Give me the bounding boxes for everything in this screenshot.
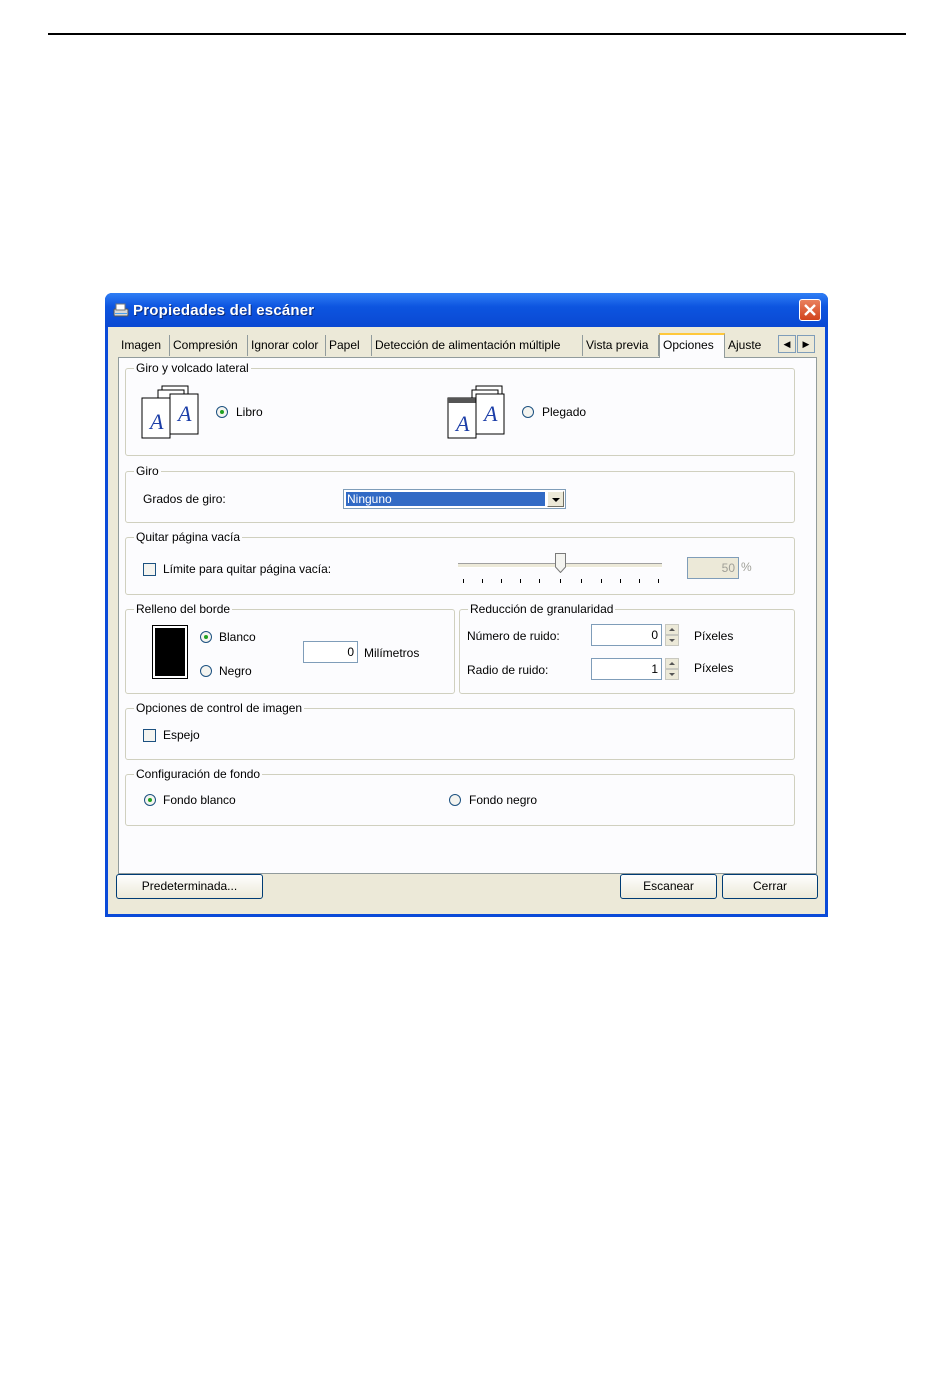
edge-fill-unit: Milímetros bbox=[364, 646, 420, 660]
group-label: Relleno del borde bbox=[134, 602, 233, 616]
fold-layout-icon: A A bbox=[447, 385, 505, 439]
group-label: Giro y volcado lateral bbox=[134, 361, 251, 375]
scanner-properties-dialog: Propiedades del escáner Imagen Compresió… bbox=[105, 293, 828, 917]
rotation-group: Giro Grados de giro: Ninguno bbox=[125, 464, 795, 523]
chevron-down-icon[interactable] bbox=[547, 491, 564, 507]
page-top-rule bbox=[48, 33, 906, 35]
scan-button[interactable]: Escanear bbox=[620, 874, 717, 899]
rotate-flip-group: Giro y volcado lateral A A Libro A A Ple… bbox=[125, 361, 795, 456]
tab-scroll-right-button[interactable]: ▶ bbox=[797, 335, 815, 353]
close-button[interactable]: Cerrar bbox=[722, 874, 818, 899]
background-group: Configuración de fondo Fondo blanco Fond… bbox=[125, 767, 795, 826]
tab-scroll-left-button[interactable]: ◀ bbox=[778, 335, 796, 353]
spin-up-icon[interactable] bbox=[665, 658, 679, 669]
arrow-right-icon: ▶ bbox=[802, 339, 810, 349]
group-label: Configuración de fondo bbox=[134, 767, 263, 781]
mirror-checkbox[interactable] bbox=[143, 729, 156, 742]
blank-page-threshold-checkbox[interactable] bbox=[143, 563, 156, 576]
tab-ajuste[interactable]: Ajuste bbox=[725, 335, 770, 356]
page-a-glyph: A bbox=[176, 401, 192, 426]
noise-radius-input[interactable]: 1 bbox=[591, 658, 662, 680]
noise-radius-spinner[interactable] bbox=[665, 658, 679, 680]
fold-radio[interactable] bbox=[522, 406, 534, 418]
window-title: Propiedades del escáner bbox=[133, 302, 315, 319]
noise-count-spinner[interactable] bbox=[665, 624, 679, 646]
tab-ignorar-color[interactable]: Ignorar color bbox=[248, 335, 326, 356]
spin-up-icon[interactable] bbox=[665, 624, 679, 635]
rotation-degrees-value: Ninguno bbox=[346, 492, 545, 506]
title-bar[interactable]: Propiedades del escáner bbox=[105, 293, 828, 327]
mirror-label: Espejo bbox=[163, 728, 200, 742]
group-label: Reducción de granularidad bbox=[468, 602, 616, 616]
close-icon bbox=[804, 304, 816, 316]
edge-fill-white-label: Blanco bbox=[219, 630, 256, 644]
image-control-group: Opciones de control de imagen Espejo bbox=[125, 701, 795, 760]
noise-reduction-group: Reducción de granularidad Número de ruid… bbox=[459, 602, 795, 694]
tab-deteccion-alimentacion[interactable]: Detección de alimentación múltiple bbox=[372, 335, 583, 356]
book-layout-icon: A A bbox=[141, 385, 199, 439]
options-tab-panel: Giro y volcado lateral A A Libro A A Ple… bbox=[118, 357, 817, 874]
noise-count-unit: Píxeles bbox=[694, 629, 734, 643]
arrow-left-icon: ◀ bbox=[783, 339, 791, 349]
default-button[interactable]: Predeterminada... bbox=[116, 874, 263, 899]
blank-page-threshold-label: Límite para quitar página vacía: bbox=[163, 562, 332, 576]
background-black-radio[interactable] bbox=[449, 794, 461, 806]
edge-fill-input[interactable]: 0 bbox=[303, 641, 358, 663]
edge-fill-black-label: Negro bbox=[219, 664, 252, 678]
group-label: Giro bbox=[134, 464, 161, 478]
fold-label: Plegado bbox=[542, 405, 587, 419]
edge-fill-preview-icon bbox=[152, 625, 188, 679]
book-radio[interactable] bbox=[216, 406, 228, 418]
tab-strip: Imagen Compresión Ignorar color Papel De… bbox=[118, 333, 818, 358]
group-label: Opciones de control de imagen bbox=[134, 701, 305, 715]
rotation-degrees-label: Grados de giro: bbox=[143, 492, 226, 506]
book-label: Libro bbox=[236, 405, 263, 419]
background-black-label: Fondo negro bbox=[469, 793, 538, 807]
blank-page-group: Quitar página vacía Límite para quitar p… bbox=[125, 530, 795, 595]
tab-compresion[interactable]: Compresión bbox=[170, 335, 248, 356]
noise-radius-label: Radio de ruido: bbox=[467, 663, 549, 677]
blank-page-threshold-input[interactable]: 50 bbox=[687, 557, 739, 579]
edge-fill-group: Relleno del borde Blanco Negro 0 Milímet… bbox=[125, 602, 455, 694]
page-a-glyph: A bbox=[482, 401, 498, 426]
noise-count-input[interactable]: 0 bbox=[591, 624, 662, 646]
edge-fill-white-radio[interactable] bbox=[200, 631, 212, 643]
percent-unit: % bbox=[741, 560, 752, 574]
scanner-icon bbox=[113, 303, 129, 317]
tab-vista-previa[interactable]: Vista previa bbox=[583, 335, 659, 356]
noise-count-label: Número de ruido: bbox=[467, 629, 560, 643]
tab-papel[interactable]: Papel bbox=[326, 335, 372, 356]
background-white-label: Fondo blanco bbox=[163, 793, 236, 807]
background-white-radio[interactable] bbox=[144, 794, 156, 806]
rotation-degrees-select[interactable]: Ninguno bbox=[343, 489, 566, 509]
group-label: Quitar página vacía bbox=[134, 530, 243, 544]
close-window-button[interactable] bbox=[799, 299, 821, 321]
blank-page-slider-thumb[interactable] bbox=[555, 553, 566, 573]
page-a-glyph: A bbox=[148, 409, 164, 434]
noise-radius-unit: Píxeles bbox=[694, 661, 734, 675]
tab-opciones[interactable]: Opciones bbox=[659, 333, 725, 358]
edge-fill-black-radio[interactable] bbox=[200, 665, 212, 677]
spin-down-icon[interactable] bbox=[665, 635, 679, 646]
tab-imagen[interactable]: Imagen bbox=[118, 335, 170, 356]
page-a-glyph: A bbox=[454, 411, 470, 436]
dialog-client-area: Imagen Compresión Ignorar color Papel De… bbox=[108, 327, 825, 914]
spin-down-icon[interactable] bbox=[665, 669, 679, 680]
